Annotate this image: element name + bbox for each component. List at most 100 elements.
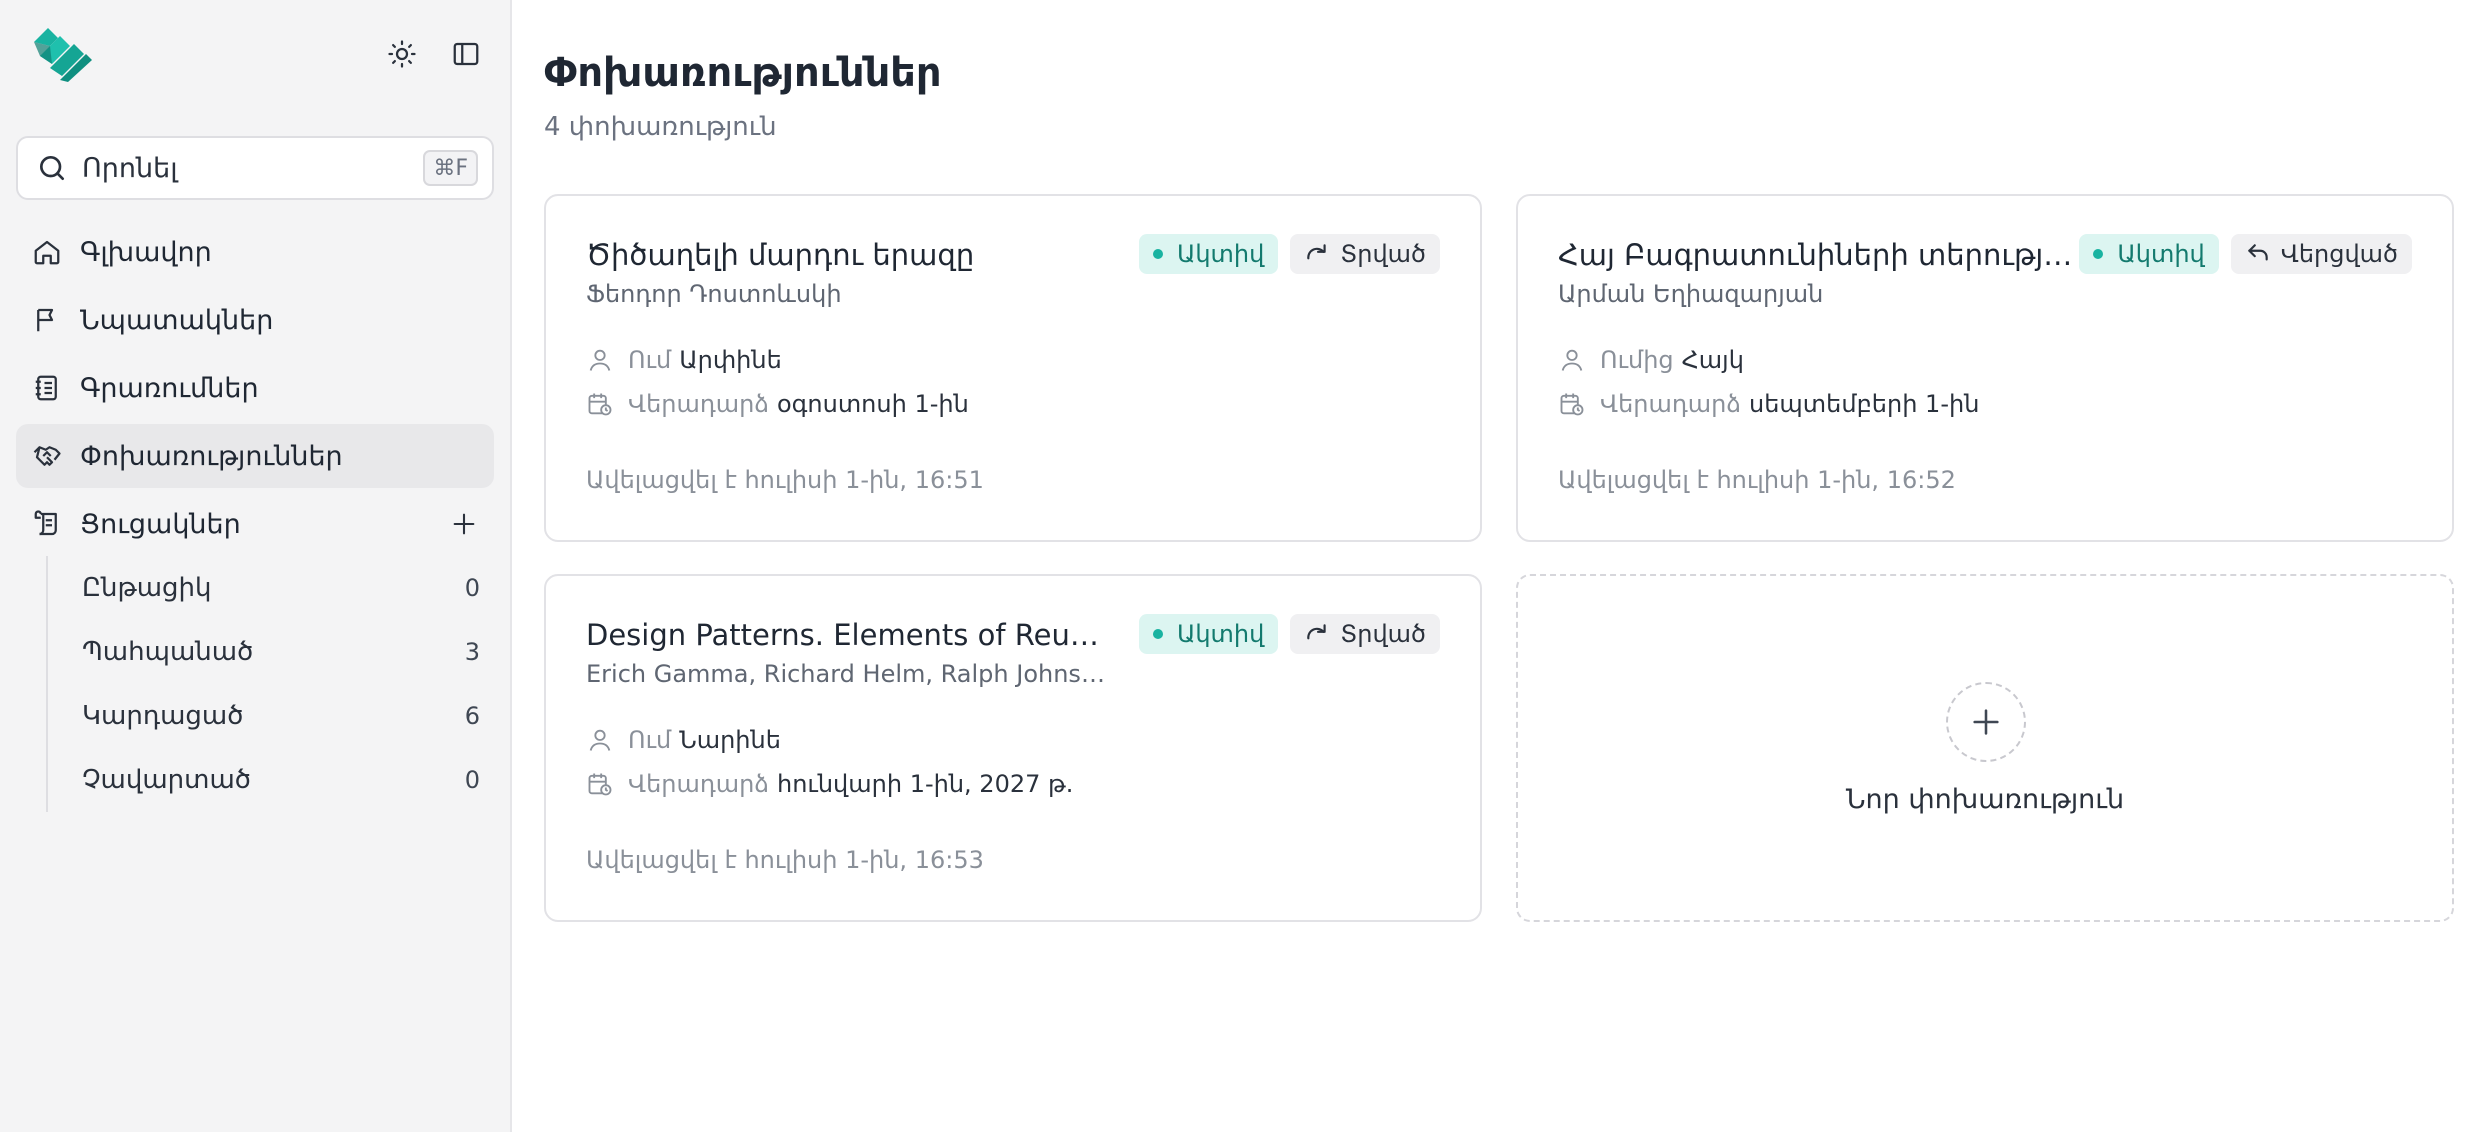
list-item-label: Պահպանած [82,637,254,667]
app-logo[interactable] [30,22,96,84]
loan-person-label: Ում [628,726,672,754]
plus-icon [1973,709,1999,735]
collapse-sidebar-button[interactable] [446,34,486,74]
search-icon [40,156,64,180]
main-nav: Գլխավոր Նպատակներ Գրառումներ Փոխառությու… [16,220,494,560]
loan-return-label: Վերադարձ [628,770,769,798]
calendar-clock-icon [1560,393,1584,416]
list-item-count: 0 [464,766,480,794]
loan-card-title: Հայ Բագրատունիների տերություն [1558,238,2078,272]
scroll-icon [30,507,64,541]
user-icon [1561,349,1583,371]
loan-card[interactable]: Design Patterns. Elements of Reusable Ob… [544,574,1482,922]
status-badge: Ակտիվ [1138,614,1279,654]
list-item-label: Կարդացած [82,701,244,731]
undo-icon [2248,244,2268,261]
redo-icon [1307,624,1326,640]
loan-person-value: Հայկ [1681,346,1744,374]
list-item-saved[interactable]: Պահպանած 3 [48,620,494,684]
loan-return-value: օգոստոսի 1-ին [776,390,969,418]
plus-circle [1946,682,2026,762]
loan-return-label: Վերադարձ [1600,390,1741,418]
loan-added-timestamp: Ավելացվել է հուլիսի 1-ին, 16:51 [586,466,984,494]
loan-return-label: Վերադարձ [628,390,769,418]
loan-card[interactable]: Հայ Բագրատունիների տերություն Արման Եղիա… [1516,194,2454,542]
add-list-button[interactable] [444,504,484,544]
loan-person-row: Ում Արփինե [586,346,782,374]
list-item-unfinished[interactable]: Չավարտած 0 [48,748,494,812]
loan-return-value: հունվարի 1-ին, 2027 թ. [776,770,1074,798]
nav-item-label: Նպատակներ [80,304,274,336]
loan-card-badges: Ակտիվ Տրված [1138,614,1440,654]
sidebar: Որոնել ⌘F Գլխավոր Նպատակներ Գրառումներ Փ… [0,0,512,1132]
calendar-clock-icon [588,393,612,416]
loan-return-row: Վերադարձ սեպտեմբերի 1-ին [1558,390,1979,418]
loan-return-row: Վերադարձ օգոստոսի 1-ին [586,390,969,418]
loan-type-label: Վերցված [2280,240,2398,268]
list-item-count: 3 [464,638,480,666]
status-dot [2093,249,2104,259]
sidebar-panel-icon [453,42,479,66]
lists-sublist: Ընթացիկ 0 Պահպանած 3 Կարդացած 6 Չավարտած… [46,556,494,812]
nav-item-label: Գլխավոր [80,236,212,268]
loan-added-timestamp: Ավելացվել է հուլիսի 1-ին, 16:53 [586,846,984,874]
user-icon [589,349,611,371]
loan-type-badge: Վերցված [2230,234,2412,274]
nav-item-label: Գրառումներ [80,372,259,404]
loan-card-author: Ֆեոդոր Դոստոևսկի [586,280,842,308]
loan-added-timestamp: Ավելացվել է հուլիսի 1-ին, 16:52 [1558,466,1956,494]
loan-card-badges: Ակտիվ Տրված [1138,234,1440,274]
loan-person-value: Արփինե [679,346,782,374]
handshake-icon [30,439,64,473]
plus-icon [453,513,475,535]
loan-person-label: Ում [628,346,672,374]
redo-icon [1307,244,1326,260]
loan-card-title: Ծիծաղելի մարդու երազը [586,238,975,272]
notebook-icon [30,371,64,405]
loan-card-badges: Ակտիվ Վերցված [2079,234,2412,274]
loan-person-row: Ում Նարինե [586,726,781,754]
nav-item-loans[interactable]: Փոխառություններ [16,424,494,488]
loan-card[interactable]: Ծիծաղելի մարդու երազը Ֆեոդոր Դոստոևսկի Ա… [544,194,1482,542]
status-badge: Ակտիվ [2079,234,2219,274]
status-dot [1152,629,1163,639]
status-badge-label: Ակտիվ [1176,620,1265,648]
user-icon [589,729,611,751]
new-loan-button[interactable]: Նոր փոխառություն [1516,574,2454,922]
loan-person-row: Ումից Հայկ [1558,346,1744,374]
list-item-label: Ընթացիկ [82,573,212,603]
search-input[interactable]: Որոնել ⌘F [16,136,494,200]
loan-card-title: Design Patterns. Elements of Reusable Ob… [586,618,1106,652]
nav-item-notes[interactable]: Գրառումներ [16,356,494,420]
nav-item-home[interactable]: Գլխավոր [16,220,494,284]
loan-person-label: Ումից [1600,346,1674,374]
list-item-label: Չավարտած [82,765,251,795]
status-badge-label: Ակտիվ [1176,240,1265,268]
loan-return-row: Վերադարձ հունվարի 1-ին, 2027 թ. [586,770,1073,798]
status-badge-label: Ակտիվ [2117,240,2205,268]
calendar-clock-icon [588,773,612,796]
loan-person-value: Նարինե [679,726,781,754]
search-placeholder: Որոնել [82,152,178,184]
nav-item-lists[interactable]: Ցուցակներ [16,492,494,556]
list-item-current[interactable]: Ընթացիկ 0 [48,556,494,620]
loan-card-author: Արման Եղիազարյան [1558,280,1824,308]
loan-type-label: Տրված [1340,620,1426,648]
new-loan-label: Նոր փոխառություն [1845,784,2125,815]
loan-card-author: Erich Gamma, Richard Helm, Ralph Johnson… [586,660,1106,688]
search-shortcut-badge: ⌘F [423,150,478,186]
nav-item-label: Փոխառություններ [80,440,343,472]
flag-icon [30,303,64,337]
nav-item-label: Ցուցակներ [80,508,241,540]
list-item-count: 6 [464,702,480,730]
status-badge: Ակտիվ [1138,234,1279,274]
page-title: Փոխառություններ [544,50,942,96]
theme-toggle-button[interactable] [382,34,422,74]
list-item-count: 0 [464,574,480,602]
loan-return-value: սեպտեմբերի 1-ին [1748,390,1980,418]
nav-item-goals[interactable]: Նպատակներ [16,288,494,352]
page-subtitle: 4 փոխառություն [544,112,777,142]
sun-icon [388,40,416,68]
list-item-read[interactable]: Կարդացած 6 [48,684,494,748]
status-dot [1152,249,1163,259]
